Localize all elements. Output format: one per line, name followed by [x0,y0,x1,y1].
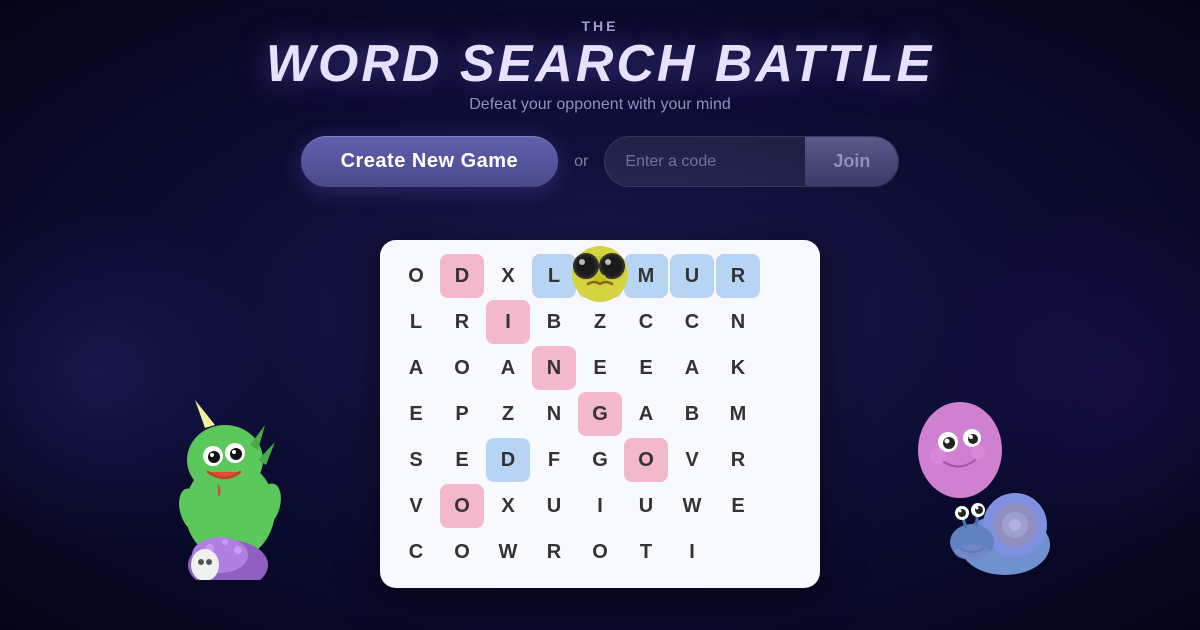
grid-cell-55: O [440,530,484,574]
grid-cell-43: R [716,438,760,482]
grid-cell-1: D [440,254,484,298]
grid-cell-39: F [532,438,576,482]
monster-group-right [900,390,1060,605]
controls-bar: Create New Game or Join [301,136,900,187]
header: THE WORD SEARCH BATTLE Defeat your oppon… [266,18,934,114]
grid-cell-49: I [578,484,622,528]
grid-cell-38: D [486,438,530,482]
grid-cell-27: E [394,392,438,436]
grid-cell-20: A [486,346,530,390]
grid-cell-26 [762,346,806,390]
grid-cell-0: O [394,254,438,298]
grid-cell-57: R [532,530,576,574]
grid-cell-35 [762,392,806,436]
grid-cell-9: L [394,300,438,344]
grid-cell-51: W [670,484,714,528]
grid-cell-36: S [394,438,438,482]
header-title: WORD SEARCH BATTLE [266,34,934,94]
grid-cell-54: C [394,530,438,574]
monster-group-left [150,380,310,585]
code-input[interactable] [605,139,805,185]
grid-cell-28: P [440,392,484,436]
grid-cell-29: Z [486,392,530,436]
grid-cell-59: T [624,530,668,574]
grid-cell-32: A [624,392,668,436]
header-the-label: THE [266,18,934,34]
grid-cell-62 [762,530,806,574]
grid-cell-53 [762,484,806,528]
grid-cell-19: O [440,346,484,390]
grid-cell-46: O [440,484,484,528]
grid-cell-25: K [716,346,760,390]
grid-cell-40: G [578,438,622,482]
grid-cell-52: E [716,484,760,528]
join-group: Join [604,136,899,187]
grid-cell-30: N [532,392,576,436]
monster-glasses [560,228,640,313]
grid-cell-60: I [670,530,714,574]
grid-cell-6: U [670,254,714,298]
grid-cell-37: E [440,438,484,482]
grid-cell-61 [716,530,760,574]
grid-cell-31: G [578,392,622,436]
grid-cell-56: W [486,530,530,574]
grid-cell-42: V [670,438,714,482]
grid-cell-22: E [578,346,622,390]
grid-cell-2: X [486,254,530,298]
grid-cell-33: B [670,392,714,436]
join-button[interactable]: Join [805,137,898,186]
grid-cell-18: A [394,346,438,390]
grid-cell-15: C [670,300,714,344]
grid-cell-7: R [716,254,760,298]
grid-cell-58: O [578,530,622,574]
grid-cell-8 [762,254,806,298]
grid-cell-21: N [532,346,576,390]
create-new-game-button[interactable]: Create New Game [301,136,559,187]
grid-cell-24: A [670,346,714,390]
grid-cell-50: U [624,484,668,528]
grid-cell-10: R [440,300,484,344]
grid-cell-41: O [624,438,668,482]
grid-cell-48: U [532,484,576,528]
grid-cell-47: X [486,484,530,528]
grid-cell-23: E [624,346,668,390]
header-subtitle: Defeat your opponent with your mind [266,96,934,114]
or-separator: or [574,153,588,171]
grid-cell-17 [762,300,806,344]
grid-cell-16: N [716,300,760,344]
grid-cell-34: M [716,392,760,436]
grid-cell-45: V [394,484,438,528]
grid-cell-44 [762,438,806,482]
grid-cell-11: I [486,300,530,344]
